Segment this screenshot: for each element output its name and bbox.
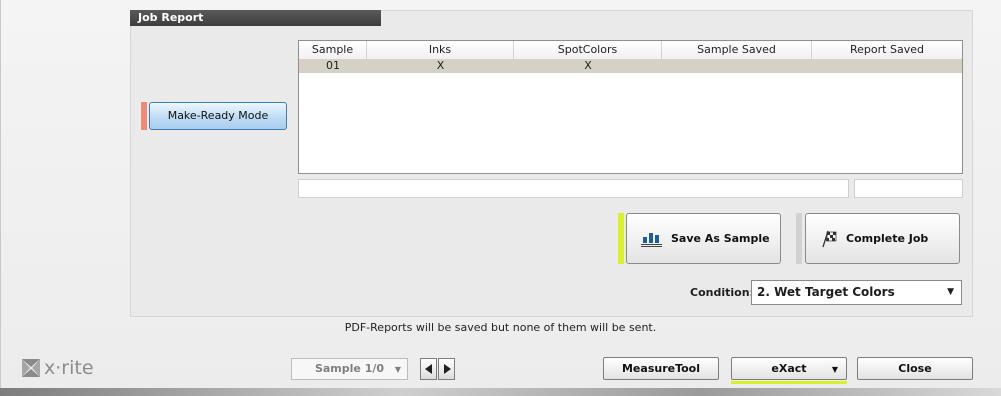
bottom-border (0, 388, 1001, 396)
measure-tool-button[interactable]: MeasureTool (603, 357, 719, 380)
cell-spotcolors: X (584, 59, 592, 72)
sample-select[interactable]: Sample 1/0 ▼ (291, 358, 408, 380)
chevron-down-icon: ▼ (394, 365, 401, 374)
logo-text: x·rite (44, 357, 94, 379)
checkered-flag-icon (822, 230, 837, 247)
cell-inks: X (436, 59, 445, 72)
save-indicator (618, 213, 624, 264)
cell-report-saved (812, 59, 962, 73)
condition-select[interactable]: 2. Wet Target Colors ▼ (751, 280, 962, 305)
panel-title: Job Report (130, 10, 381, 26)
exact-label: eXact (771, 362, 807, 375)
arrow-left-icon (424, 364, 432, 374)
arrow-right-icon (443, 364, 451, 374)
column-header-sample[interactable]: Sample (299, 41, 367, 59)
device-indicator (731, 381, 847, 384)
column-header-sample-saved[interactable]: Sample Saved (662, 41, 812, 59)
cell-sample: 01 (326, 59, 340, 72)
status-field (298, 179, 849, 198)
complete-indicator (796, 213, 802, 264)
previous-sample-button[interactable] (420, 358, 437, 380)
save-as-sample-label: Save As Sample (671, 232, 770, 245)
chevron-down-icon: ▼ (831, 365, 838, 374)
complete-job-label: Complete Job (846, 232, 929, 245)
make-ready-mode-button[interactable]: Make-Ready Mode (149, 102, 287, 130)
next-sample-button[interactable] (438, 358, 455, 380)
xrite-logo: x·rite (21, 357, 94, 379)
footer-message: PDF-Reports will be saved but none of th… (344, 321, 657, 334)
save-as-sample-button[interactable]: Save As Sample (626, 213, 781, 264)
status-field-secondary (854, 179, 963, 198)
mode-indicator (141, 102, 147, 130)
column-header-report-saved[interactable]: Report Saved (812, 41, 962, 59)
column-header-spotcolors[interactable]: SpotColors (514, 41, 662, 59)
cell-sample-saved (662, 59, 812, 73)
bar-chart-icon (641, 232, 662, 247)
chevron-down-icon: ▼ (947, 287, 954, 297)
close-button[interactable]: Close (857, 357, 973, 380)
complete-job-button[interactable]: Complete Job (805, 213, 960, 264)
xrite-logo-icon (22, 359, 40, 377)
condition-value: 2. Wet Target Colors (757, 285, 895, 299)
condition-label: Condition: (690, 286, 754, 299)
column-header-inks[interactable]: Inks (367, 41, 514, 59)
exact-device-select[interactable]: eXact ▼ (731, 357, 847, 380)
job-report-table[interactable]: Sample Inks SpotColors Sample Saved Repo… (298, 40, 963, 174)
sample-select-value: Sample 1/0 (314, 362, 385, 375)
